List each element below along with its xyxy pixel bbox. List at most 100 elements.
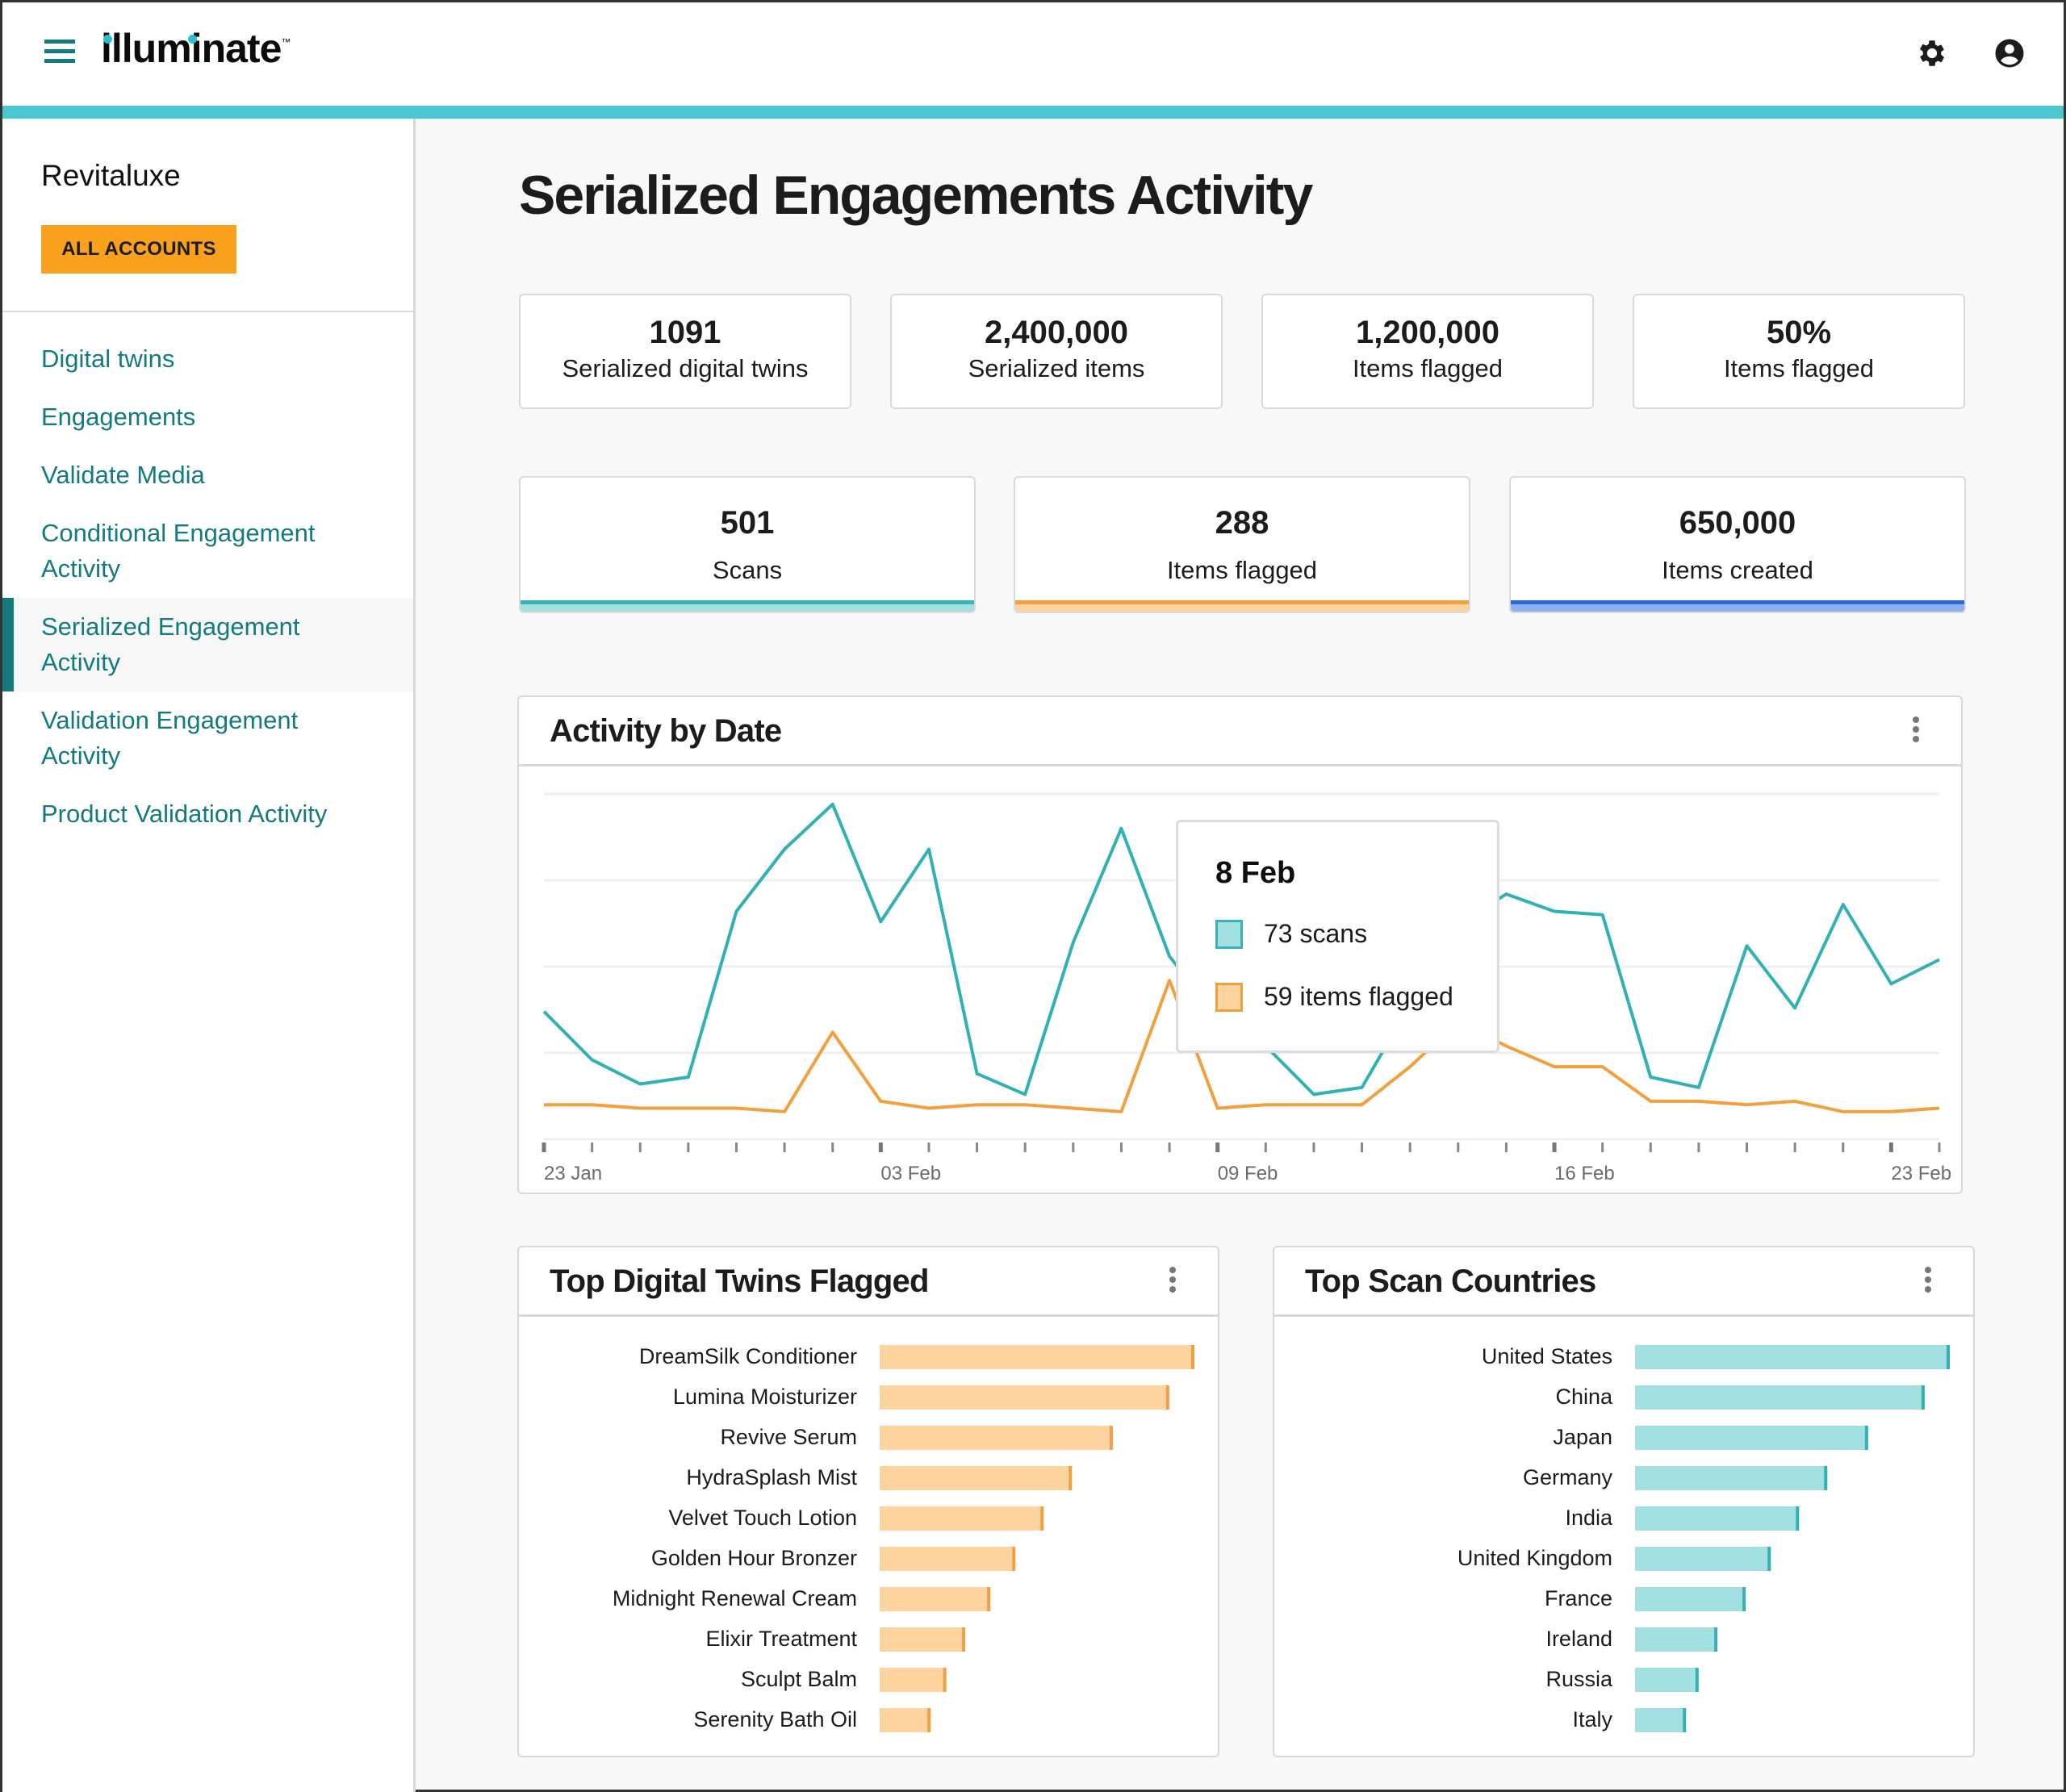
- sidebar-nav: Digital twins Engagements Validate Media…: [2, 330, 413, 843]
- sidebar-divider: [2, 311, 413, 312]
- bar-label: China: [1555, 1385, 1613, 1409]
- x-tick-label: 09 Feb: [1218, 1163, 1278, 1184]
- kpi-label: Serialized digital twins: [562, 354, 809, 382]
- bar-label: Germany: [1523, 1465, 1613, 1489]
- bar-edge: [962, 1627, 966, 1652]
- all-accounts-button[interactable]: ALL ACCOUNTS: [41, 225, 236, 274]
- kpi-color-bar: [1511, 600, 1964, 612]
- bar: [1635, 1708, 1686, 1732]
- bar: [880, 1627, 965, 1652]
- bar-label: Lumina Moisturizer: [673, 1385, 857, 1409]
- logo-dot: [103, 35, 112, 44]
- bar-label: Elixir Treatment: [705, 1627, 857, 1651]
- bar: [1635, 1466, 1827, 1490]
- bar: [1635, 1385, 1924, 1410]
- gear-icon[interactable]: [1915, 36, 1949, 70]
- bar-label: DreamSilk Conditioner: [639, 1344, 857, 1368]
- bar: [1635, 1547, 1771, 1571]
- kpi-color-bar: [521, 600, 974, 612]
- bar-label: United States: [1482, 1344, 1612, 1368]
- bar-label: Midnight Renewal Cream: [613, 1586, 857, 1610]
- bar: [1635, 1668, 1698, 1692]
- kpi-label: Items flagged: [1723, 354, 1875, 382]
- logo: illuminate™: [101, 25, 291, 72]
- account-circle-icon[interactable]: [1993, 36, 2026, 70]
- bar: [880, 1708, 931, 1732]
- bar-edge: [1824, 1466, 1828, 1490]
- bar-edge: [1947, 1345, 1950, 1369]
- bar-edge: [1012, 1547, 1016, 1571]
- hamburger-menu-icon[interactable]: [44, 40, 75, 65]
- x-tick-label: 16 Feb: [1554, 1163, 1615, 1184]
- bar-edge: [1165, 1385, 1169, 1410]
- sidebar-item-engagements[interactable]: Engagements: [2, 388, 413, 446]
- bar: [880, 1345, 1194, 1369]
- bar-edge: [1683, 1708, 1687, 1732]
- tooltip-row-scans: 73 scans: [1215, 919, 1367, 949]
- bar: [880, 1385, 1169, 1410]
- bar-label: Sculpt Balm: [741, 1667, 857, 1691]
- x-tick-label: 23 Feb: [1891, 1163, 1951, 1184]
- bar-edge: [987, 1587, 991, 1611]
- bar-label: HydraSplash Mist: [686, 1465, 857, 1489]
- bar-label: India: [1565, 1506, 1613, 1530]
- kpi-items-flagged-count: 1,200,000 Items flagged: [1261, 294, 1594, 409]
- kpi-label: Serialized items: [968, 354, 1145, 382]
- bar-edge: [1695, 1668, 1699, 1692]
- bar: [1635, 1506, 1799, 1531]
- kpi-value: 650,000: [1679, 505, 1796, 541]
- kpi-label: Items created: [1662, 556, 1813, 584]
- sidebar-item-validate-media[interactable]: Validate Media: [2, 446, 413, 504]
- sidebar-item-validation-engagement-activity[interactable]: Validation Engagement Activity: [2, 691, 413, 785]
- kpi-value: 50%: [1766, 315, 1832, 350]
- kpi-color-bar: [1015, 600, 1469, 612]
- kpi-serialized-items: 2,400,000 Serialized items: [890, 294, 1223, 409]
- bar-edge: [1069, 1466, 1073, 1490]
- bar-label: France: [1545, 1586, 1612, 1610]
- kpi-value: 2,400,000: [985, 315, 1128, 350]
- tooltip-flagged-text: 59 items flagged: [1264, 982, 1453, 1011]
- bar: [880, 1466, 1072, 1490]
- bar-edge: [1191, 1345, 1194, 1369]
- bar-edge: [1109, 1426, 1113, 1450]
- bar-edge: [1714, 1627, 1718, 1652]
- header-accent-bar: [2, 106, 2064, 119]
- x-tick-label: 23 Jan: [544, 1163, 602, 1184]
- bar-label: Japan: [1553, 1425, 1612, 1449]
- kpi-items-flagged-percent: 50% Items flagged: [1633, 294, 1965, 409]
- bar: [880, 1668, 946, 1692]
- bar: [880, 1426, 1112, 1450]
- bar-edge: [1742, 1587, 1746, 1611]
- tooltip-scans-text: 73 scans: [1264, 919, 1368, 948]
- bar-label: Velvet Touch Lotion: [668, 1506, 857, 1530]
- bar-edge: [927, 1708, 931, 1732]
- kpi-scans: 501 Scans: [519, 476, 976, 613]
- bar-edge: [1796, 1506, 1800, 1531]
- bar-label: United Kingdom: [1457, 1546, 1612, 1570]
- bar-edge: [1767, 1547, 1771, 1571]
- bar: [1635, 1345, 1949, 1369]
- sidebar-item-digital-twins[interactable]: Digital twins: [2, 330, 413, 388]
- countries-bar-chart: United States China Japan Germany India Unite…: [1457, 1344, 1950, 1732]
- trademark: ™: [281, 36, 291, 48]
- logo-dot: [188, 35, 197, 44]
- kpi-value: 288: [1215, 505, 1269, 541]
- sidebar: Revitaluxe ALL ACCOUNTS Digital twins En…: [2, 119, 416, 1792]
- sidebar-item-product-validation-activity[interactable]: Product Validation Activity: [2, 785, 413, 843]
- bar-label: Golden Hour Bronzer: [651, 1546, 857, 1570]
- top-bar: illuminate™: [2, 2, 2064, 106]
- bar: [1635, 1426, 1867, 1450]
- bar: [880, 1547, 1015, 1571]
- sidebar-item-conditional-engagement-activity[interactable]: Conditional Engagement Activity: [2, 504, 374, 598]
- kpi-value: 1091: [649, 315, 721, 350]
- bar-edge: [1864, 1426, 1868, 1450]
- top-scan-countries-card: Top Scan Countries United States China Jap…: [1273, 1246, 1975, 1757]
- sidebar-item-serialized-engagement-activity[interactable]: Serialized Engagement Activity: [2, 598, 413, 691]
- kpi-items-flagged: 288 Items flagged: [1014, 476, 1470, 613]
- bar: [880, 1587, 990, 1611]
- x-tick-label: 03 Feb: [880, 1163, 941, 1184]
- kpi-items-created: 650,000 Items created: [1509, 476, 1966, 613]
- bar: [1635, 1627, 1717, 1652]
- account-name: Revitaluxe: [41, 159, 181, 192]
- bar-label: Italy: [1572, 1707, 1612, 1731]
